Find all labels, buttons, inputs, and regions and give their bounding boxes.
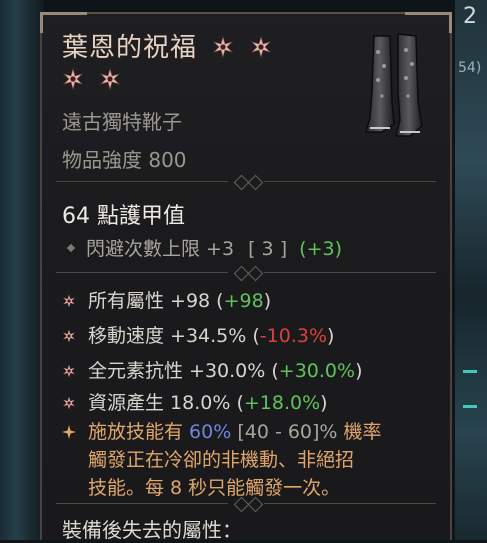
sparkle-star-icon bbox=[62, 425, 76, 439]
section-divider bbox=[56, 174, 436, 191]
item-tooltip: 葉恩的祝福 遠古獨特靴子 物品強度 800 64 點護甲值 閃避次數上限 +3 … bbox=[40, 12, 452, 542]
flower-star-icon bbox=[62, 294, 76, 308]
affix-delta: +30.0% bbox=[278, 360, 356, 382]
section-divider bbox=[56, 496, 436, 513]
affix-label: 移動速度 +34.5% bbox=[88, 325, 247, 347]
flower-star-icon bbox=[62, 329, 76, 343]
affix-delta: -10.3% bbox=[259, 325, 327, 347]
section-divider bbox=[56, 265, 436, 282]
unique-prefix: 施放技能有 bbox=[88, 421, 190, 443]
affix-delta: +98 bbox=[223, 290, 264, 312]
affix-label: 資源產生 18.0% bbox=[88, 392, 231, 414]
background-teal-marker bbox=[463, 405, 477, 408]
unique-range: [40 - 60]% bbox=[231, 421, 344, 443]
implicit-text: 閃避次數上限 +3 bbox=[86, 238, 235, 260]
background-teal-marker bbox=[463, 370, 477, 373]
item-name: 葉恩的祝福 bbox=[62, 33, 198, 63]
affix-delta: +18.0% bbox=[243, 392, 321, 414]
background-small-text: 54) bbox=[458, 60, 482, 76]
affix-row: 全元素抗性 +30.0% (+30.0%) bbox=[62, 356, 362, 383]
tooltip-corner-ornament bbox=[405, 12, 452, 33]
diamond-icon bbox=[66, 243, 76, 253]
affix-label: 所有屬性 +98 bbox=[88, 290, 211, 312]
flower-star-icon bbox=[213, 36, 234, 58]
boots-icon bbox=[365, 33, 423, 137]
affix-row: 所有屬性 +98 (+98) bbox=[62, 286, 271, 313]
flower-star-icon bbox=[62, 68, 84, 90]
item-title: 葉恩的祝福 bbox=[62, 32, 322, 96]
lost-stats-label: 裝備後失去的屬性： bbox=[62, 518, 242, 542]
background-left-scene bbox=[0, 0, 44, 540]
flower-star-icon bbox=[250, 36, 271, 58]
affix-row: 資源產生 18.0% (+18.0%) bbox=[62, 388, 328, 415]
affix-label: 全元素抗性 +30.0% bbox=[88, 360, 266, 382]
flower-star-icon bbox=[100, 68, 121, 90]
unique-suffix: 機率 bbox=[343, 421, 382, 443]
background-number: 2 bbox=[463, 4, 477, 29]
item-subtype: 遠古獨特靴子 bbox=[62, 110, 182, 134]
implicit-stat: 閃避次數上限 +3 [ 3 ] (+3) bbox=[66, 234, 342, 261]
unique-affix: 施放技能有 60% [40 - 60]% 機率 觸發正在冷卻的非機動、非絕招 技… bbox=[62, 418, 442, 502]
implicit-delta: (+3) bbox=[299, 238, 342, 260]
background-right-scene bbox=[455, 0, 487, 540]
item-power: 物品強度 800 bbox=[62, 148, 187, 172]
flower-star-icon bbox=[62, 364, 76, 378]
flower-star-icon bbox=[62, 396, 76, 410]
unique-line2: 觸發正在冷卻的非機動、非絕招 bbox=[88, 449, 355, 471]
affix-row: 移動速度 +34.5% (-10.3%) bbox=[62, 321, 334, 348]
unique-value: 60% bbox=[189, 421, 232, 443]
tooltip-corner-ornament bbox=[40, 12, 87, 33]
implicit-bracket: [ 3 ] bbox=[248, 238, 288, 260]
armor-value: 64 點護甲值 bbox=[62, 204, 185, 229]
